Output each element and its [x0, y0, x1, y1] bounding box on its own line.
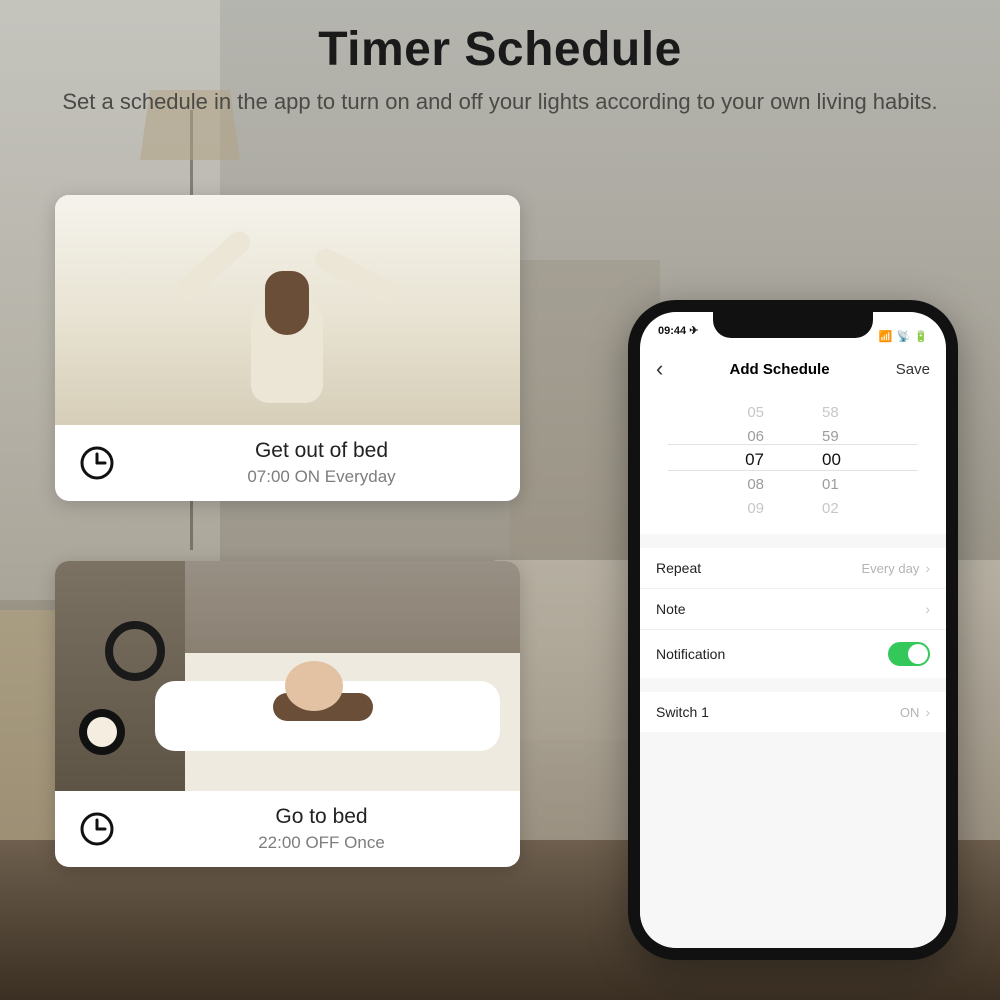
- signal-icon: 📶: [879, 330, 893, 343]
- battery-icon: 🔋: [914, 330, 928, 343]
- label-switch1: Switch 1: [656, 704, 709, 720]
- label-notification: Notification: [656, 646, 725, 662]
- notification-toggle[interactable]: [888, 642, 930, 666]
- card-getup-title: Get out of bed: [145, 439, 498, 463]
- chevron-right-icon: ›: [925, 704, 930, 720]
- screen-title: Add Schedule: [730, 361, 830, 378]
- row-repeat[interactable]: Repeat Every day ›: [640, 548, 946, 589]
- row-note[interactable]: Note ›: [640, 589, 946, 630]
- label-note: Note: [656, 601, 686, 617]
- card-gotobed-photo: [55, 561, 520, 791]
- card-getup-subtitle: 07:00 ON Everyday: [145, 467, 498, 487]
- phone-mockup: 09:44 ✈ 📶 📡 🔋 ‹ Add Schedule Save 0558 0…: [628, 300, 958, 960]
- row-switch1[interactable]: Switch 1 ON ›: [640, 692, 946, 732]
- card-getup: Get out of bed 07:00 ON Everyday: [55, 195, 520, 501]
- time-picker[interactable]: 0558 0659 0700 0801 0902: [640, 392, 946, 534]
- card-gotobed-title: Go to bed: [145, 805, 498, 829]
- card-getup-photo: [55, 195, 520, 425]
- chevron-right-icon: ›: [925, 560, 930, 576]
- value-switch1: ON: [900, 705, 920, 720]
- wifi-icon: 📡: [897, 330, 911, 343]
- status-right: 📶 📡 🔋: [879, 324, 928, 348]
- card-gotobed: Go to bed 22:00 OFF Once: [55, 561, 520, 867]
- page-subtitle: Set a schedule in the app to turn on and…: [0, 87, 1000, 117]
- back-button[interactable]: ‹: [656, 356, 663, 382]
- chevron-right-icon: ›: [925, 601, 930, 617]
- row-notification[interactable]: Notification: [640, 630, 946, 678]
- value-repeat: Every day: [862, 561, 920, 576]
- phone-notch: [713, 312, 873, 338]
- clock-icon: [77, 809, 117, 849]
- page-title: Timer Schedule: [0, 22, 1000, 77]
- status-time: 09:44 ✈: [658, 324, 698, 348]
- clock-icon: [77, 443, 117, 483]
- save-button[interactable]: Save: [896, 361, 930, 378]
- label-repeat: Repeat: [656, 560, 701, 576]
- card-gotobed-subtitle: 22:00 OFF Once: [145, 833, 498, 853]
